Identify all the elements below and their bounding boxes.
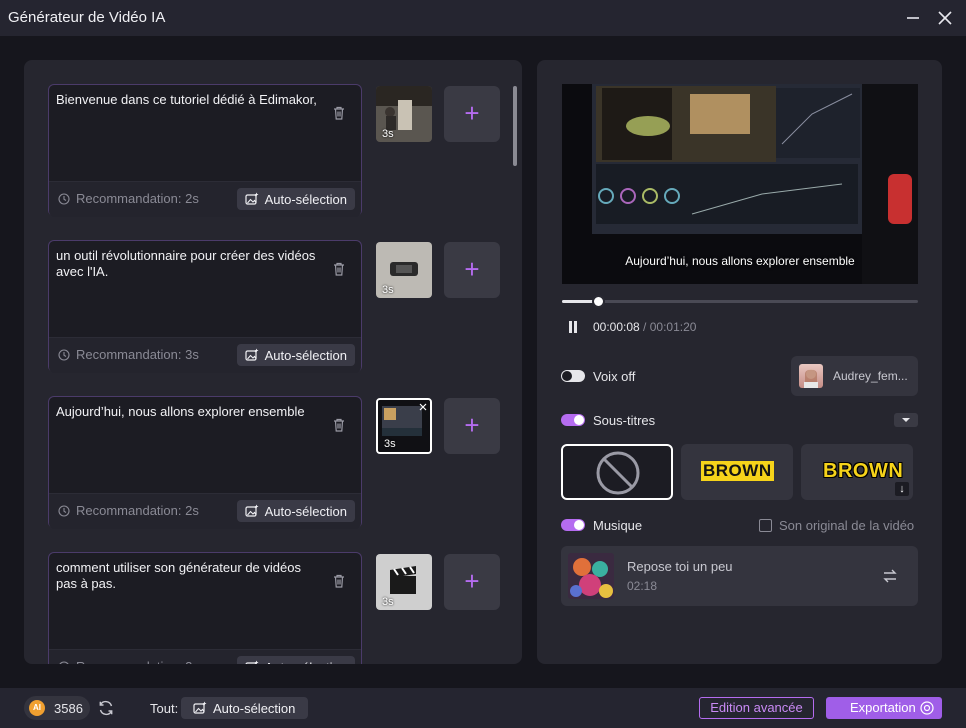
total-time: 00:01:20: [649, 320, 697, 334]
image-sparkle-icon: [245, 348, 259, 361]
script-scrollbar[interactable]: [513, 86, 517, 166]
album-art: [568, 553, 614, 599]
segment-footer: Recommandation: 3s Auto-sélection: [49, 338, 361, 373]
clip-duration: 3s: [382, 128, 394, 140]
auto-select-label: Auto-sélection: [264, 191, 347, 207]
image-sparkle-icon: [193, 701, 207, 714]
auto-select-button[interactable]: Auto-sélection: [236, 344, 355, 366]
auto-select-label: Auto-sélection: [264, 503, 347, 519]
style-preview-text: BROWN: [823, 460, 904, 482]
segment-card[interactable]: Aujourd’hui, nous allons explorer ensemb…: [48, 396, 362, 529]
playback-progress[interactable]: [562, 295, 918, 308]
recommendation-text: Recommandation: 2s: [76, 503, 199, 518]
track-title: Repose toi un peu: [627, 559, 733, 574]
image-sparkle-icon: [245, 504, 259, 517]
panel-bottom-gap: [24, 664, 522, 688]
recommendation: Recommandation: 2s: [58, 191, 199, 206]
music-track-card[interactable]: Repose toi un peu 02:18: [561, 546, 918, 606]
download-icon[interactable]: ↓: [895, 482, 909, 496]
auto-select-all-label: Auto-sélection: [213, 700, 296, 716]
subtitles-label: Sous-titres: [593, 413, 656, 428]
window-title: Générateur de Vidéo IA: [8, 9, 166, 26]
add-clip-button[interactable]: +: [444, 242, 500, 298]
segment-footer: Recommandation: 2s Auto-sélection: [49, 182, 361, 217]
recommendation-text: Recommandation: 2s: [76, 191, 199, 206]
subtitles-dropdown[interactable]: [894, 413, 918, 427]
no-style-icon: [596, 451, 640, 495]
subtitle-style-brown-outline[interactable]: BROWN ↓: [801, 444, 913, 500]
recommendation-text: Recommandation: 3s: [76, 347, 199, 362]
auto-select-button[interactable]: Auto-sélection: [236, 500, 355, 522]
image-sparkle-icon: [245, 192, 259, 205]
original-sound-label: Son original de la vidéo: [779, 518, 915, 533]
voice-toggle[interactable]: [561, 370, 585, 382]
close-icon[interactable]: [935, 8, 955, 28]
segment-text[interactable]: comment utiliser son générateur de vidéo…: [56, 560, 324, 592]
clock-icon: [58, 504, 70, 517]
music-label: Musique: [593, 518, 643, 533]
original-sound-checkbox[interactable]: [759, 519, 772, 532]
clip-thumbnail[interactable]: 3s: [376, 554, 432, 610]
advanced-edit-button[interactable]: Edition avancée: [699, 697, 814, 719]
current-time: 00:00:08: [593, 320, 640, 334]
trash-icon[interactable]: [331, 573, 347, 589]
voice-selector[interactable]: Audrey_fem...: [791, 356, 918, 396]
clock-icon: [58, 348, 70, 361]
track-duration: 02:18: [627, 579, 658, 593]
pause-icon[interactable]: [568, 321, 578, 333]
coin-icon: AI: [29, 700, 45, 716]
segment-text[interactable]: un outil révolutionnaire pour créer des …: [56, 248, 324, 280]
clip-duration: 3s: [382, 284, 394, 296]
add-clip-button[interactable]: +: [444, 554, 500, 610]
clip-thumbnail[interactable]: 3s: [376, 242, 432, 298]
clip-thumbnail[interactable]: 3s: [376, 86, 432, 142]
clip-thumbnail-selected[interactable]: 3s: [376, 398, 432, 454]
clip-duration: 3s: [382, 596, 394, 608]
minimize-icon[interactable]: [903, 8, 923, 28]
add-clip-button[interactable]: +: [444, 398, 500, 454]
clip-duration: 3s: [384, 438, 396, 450]
all-label: Tout:: [150, 701, 179, 716]
trash-icon[interactable]: [331, 105, 347, 121]
trash-icon[interactable]: [331, 417, 347, 433]
style-preview-text: BROWN: [701, 461, 774, 481]
trash-icon[interactable]: [331, 261, 347, 277]
credit-count: 3586: [54, 701, 83, 716]
bottom-bar: [0, 688, 966, 728]
clock-icon: [58, 192, 70, 205]
add-clip-button[interactable]: +: [444, 86, 500, 142]
title-bar: Générateur de Vidéo IA: [0, 0, 966, 36]
swap-icon[interactable]: [882, 568, 898, 584]
segment-text[interactable]: Bienvenue dans ce tutoriel dédié à Edima…: [56, 92, 324, 108]
subtitles-toggle[interactable]: [561, 414, 585, 426]
auto-select-label: Auto-sélection: [264, 347, 347, 363]
avatar: [799, 364, 823, 388]
video-preview[interactable]: Aujourd’hui, nous allons explorer ensemb…: [562, 84, 918, 284]
credits-badge: AI 3586: [24, 696, 90, 720]
time-display: 00:00:08 / 00:01:20: [593, 320, 696, 334]
segment-card[interactable]: Bienvenue dans ce tutoriel dédié à Edima…: [48, 84, 362, 217]
time-separator: /: [639, 320, 650, 334]
voice-name: Audrey_fem...: [833, 369, 908, 383]
export-button[interactable]: Exportation: [826, 697, 942, 719]
progress-knob[interactable]: [591, 295, 605, 308]
export-icon: [920, 701, 934, 715]
refresh-icon[interactable]: [97, 699, 115, 717]
voice-label: Voix off: [593, 369, 636, 384]
music-toggle[interactable]: [561, 519, 585, 531]
close-icon[interactable]: [419, 403, 427, 411]
export-label: Exportation: [850, 700, 916, 715]
recommendation: Recommandation: 2s: [58, 503, 199, 518]
subtitle-style-brown-box[interactable]: BROWN: [681, 444, 793, 500]
segment-text[interactable]: Aujourd’hui, nous allons explorer ensemb…: [56, 404, 324, 420]
subtitle-style-none[interactable]: [561, 444, 673, 500]
segment-card[interactable]: un outil révolutionnaire pour créer des …: [48, 240, 362, 373]
recommendation: Recommandation: 3s: [58, 347, 199, 362]
auto-select-button[interactable]: Auto-sélection: [236, 188, 355, 210]
auto-select-all-button[interactable]: Auto-sélection: [181, 697, 308, 719]
segment-footer: Recommandation: 2s Auto-sélection: [49, 494, 361, 529]
video-subtitle: Aujourd’hui, nous allons explorer ensemb…: [625, 254, 855, 268]
